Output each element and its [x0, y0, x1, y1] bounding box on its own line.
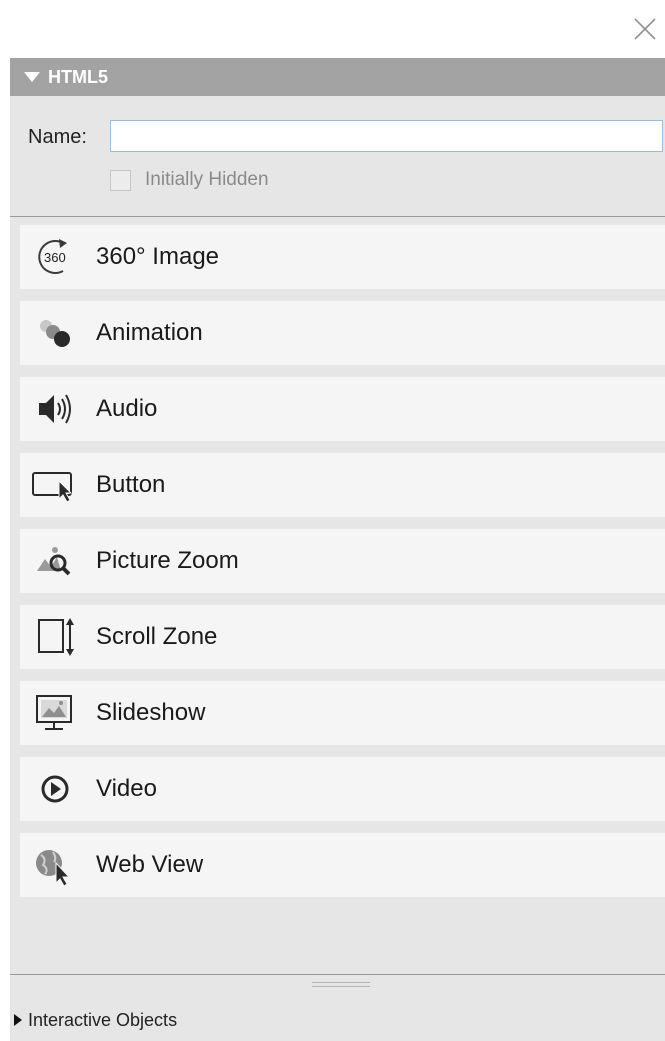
- svg-text:360: 360: [44, 250, 66, 265]
- expand-triangle-icon: [14, 1014, 22, 1026]
- item-label: 360° Image: [96, 243, 220, 270]
- footer-title: Interactive Objects: [28, 1009, 178, 1030]
- collapse-triangle-icon: [24, 72, 40, 82]
- item-label: Picture Zoom: [96, 547, 239, 574]
- item-audio[interactable]: Audio: [20, 377, 665, 441]
- item-animation[interactable]: Animation: [20, 301, 665, 365]
- web-view-icon: [20, 833, 90, 897]
- initially-hidden-checkbox[interactable]: [110, 169, 131, 191]
- item-video[interactable]: Video: [20, 757, 665, 821]
- item-360-image[interactable]: 360 360° Image: [20, 225, 665, 289]
- item-label: Scroll Zone: [96, 623, 218, 650]
- item-button[interactable]: Button: [20, 453, 665, 517]
- audio-icon: [20, 377, 90, 441]
- initially-hidden-label: Initially Hidden: [145, 169, 269, 190]
- item-label: Web View: [96, 851, 204, 878]
- scroll-zone-icon: [20, 605, 90, 669]
- item-label: Slideshow: [96, 699, 206, 726]
- item-picture-zoom[interactable]: Picture Zoom: [20, 529, 665, 593]
- item-slideshow[interactable]: Slideshow: [20, 681, 665, 745]
- interactive-objects-header[interactable]: Interactive Objects: [10, 1002, 665, 1038]
- close-icon: [634, 18, 656, 40]
- name-label: Name:: [28, 126, 87, 148]
- button-icon: [20, 453, 90, 517]
- picture-zoom-icon: [20, 529, 90, 593]
- item-label: Animation: [96, 319, 203, 346]
- item-label: Audio: [96, 395, 158, 422]
- video-icon: [20, 757, 90, 821]
- section-title: HTML5: [48, 66, 108, 87]
- name-row: Name:: [10, 120, 665, 154]
- item-web-view[interactable]: Web View: [20, 833, 665, 897]
- close-button[interactable]: [632, 16, 658, 42]
- html5-section-header[interactable]: HTML5: [10, 58, 665, 96]
- initially-hidden-option[interactable]: Initially Hidden: [110, 166, 269, 194]
- divider: [10, 216, 665, 217]
- html5-panel: HTML5 Name: Initially Hidden 360 360° Im…: [10, 58, 665, 1041]
- name-input[interactable]: [110, 120, 663, 152]
- slideshow-icon: [20, 681, 90, 745]
- html5-object-list: 360 360° Image Animation Audio Button Pi…: [20, 225, 665, 909]
- resize-grip[interactable]: [312, 982, 370, 988]
- 360-image-icon: 360: [20, 225, 90, 289]
- animation-icon: [20, 301, 90, 365]
- item-scroll-zone[interactable]: Scroll Zone: [20, 605, 665, 669]
- item-label: Button: [96, 471, 166, 498]
- item-label: Video: [96, 775, 157, 802]
- divider: [10, 974, 665, 975]
